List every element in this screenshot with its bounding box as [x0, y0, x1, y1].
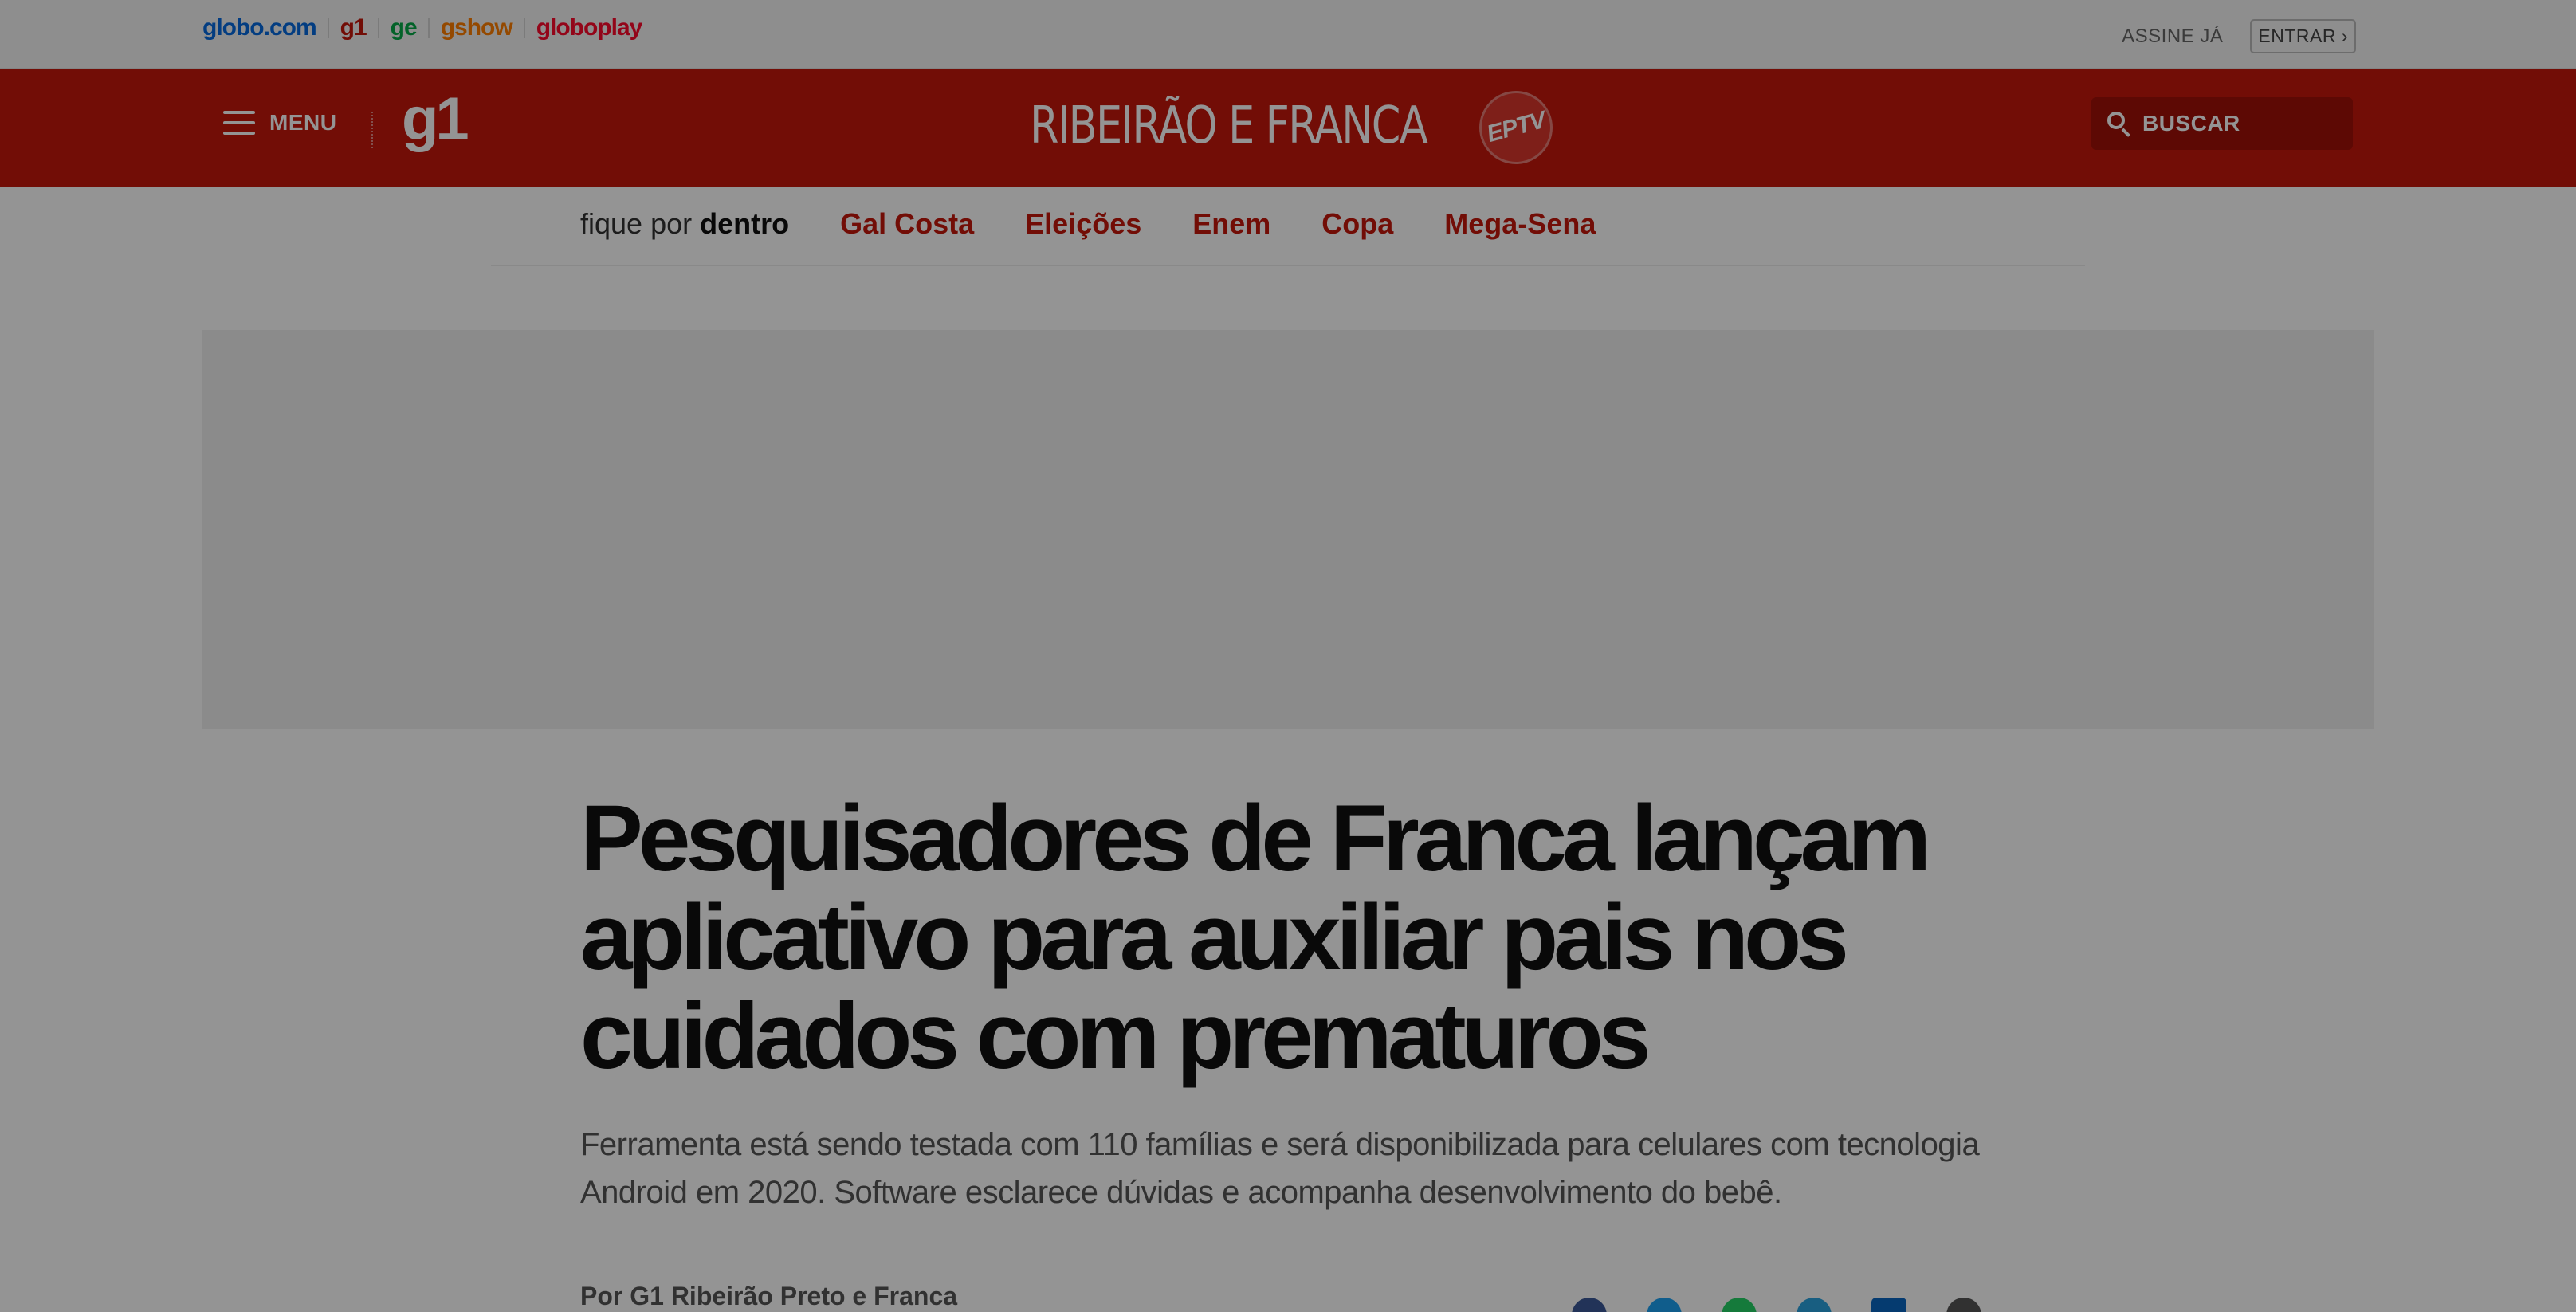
login-button[interactable]: ENTRAR ›	[2250, 19, 2356, 53]
trending-topics-bar: fique por dentro Gal Costa Eleições Enem…	[491, 187, 2085, 266]
divider	[427, 18, 430, 38]
divider	[327, 18, 329, 38]
header-divider	[371, 112, 373, 148]
subscribe-link[interactable]: ASSINE JÁ	[2122, 26, 2223, 48]
whatsapp-icon[interactable]	[1722, 1298, 1757, 1312]
topic-link[interactable]: Gal Costa	[840, 207, 974, 241]
topic-link[interactable]: Mega-Sena	[1444, 207, 1596, 241]
eptv-logo: EPTV	[1479, 91, 1553, 164]
article-subtitle: Ferramenta está sendo testada com 110 fa…	[580, 1127, 1980, 1210]
article-headline: Pesquisadores de Franca lançam aplicativ…	[580, 786, 1931, 1089]
menu-label: MENU	[269, 110, 337, 135]
ad-placeholder	[202, 330, 2374, 729]
divider	[377, 18, 379, 38]
search-icon	[2106, 110, 2133, 137]
g1-logo[interactable]: g1	[402, 89, 469, 150]
topic-link[interactable]: Enem	[1192, 207, 1270, 241]
topic-link[interactable]: Copa	[1321, 207, 1393, 241]
link-gshow[interactable]: gshow	[441, 14, 513, 41]
site-header: MENU g1 RIBEIRÃO E FRANCA EPTV BUSCAR	[0, 69, 2576, 187]
search-label: BUSCAR	[2142, 111, 2240, 136]
article-header: Pesquisadores de Franca lançam aplicativ…	[580, 789, 2015, 1216]
link-ge[interactable]: ge	[391, 14, 418, 41]
region-title[interactable]: RIBEIRÃO E FRANCA	[1030, 100, 1428, 151]
topics-lead: fique por dentro	[580, 207, 790, 240]
share-bar	[1572, 1298, 2021, 1312]
hamburger-icon	[223, 111, 255, 135]
topic-link[interactable]: Eleições	[1025, 207, 1141, 241]
linkedin-icon[interactable]	[1871, 1298, 1906, 1312]
account-area: ASSINE JÁ ENTRAR ›	[2122, 19, 2356, 53]
globo-portal-links: globo.com g1 ge gshow globoplay	[202, 14, 642, 41]
divider	[523, 18, 525, 38]
facebook-icon[interactable]	[1572, 1298, 1607, 1312]
link-globo-com[interactable]: globo.com	[202, 14, 317, 41]
telegram-icon[interactable]	[1797, 1298, 1832, 1312]
menu-button[interactable]: MENU	[223, 110, 336, 136]
eptv-logo-text: EPTV	[1483, 106, 1549, 148]
search-button[interactable]: BUSCAR	[2091, 97, 2353, 150]
article-byline: Por G1 Ribeirão Preto e Franca	[580, 1282, 958, 1310]
globo-top-bar: globo.com g1 ge gshow globoplay ASSINE J…	[0, 0, 2576, 69]
link-icon[interactable]	[1946, 1298, 1981, 1312]
link-globoplay[interactable]: globoplay	[536, 14, 643, 41]
twitter-icon[interactable]	[1647, 1298, 1682, 1312]
link-g1[interactable]: g1	[340, 14, 367, 41]
